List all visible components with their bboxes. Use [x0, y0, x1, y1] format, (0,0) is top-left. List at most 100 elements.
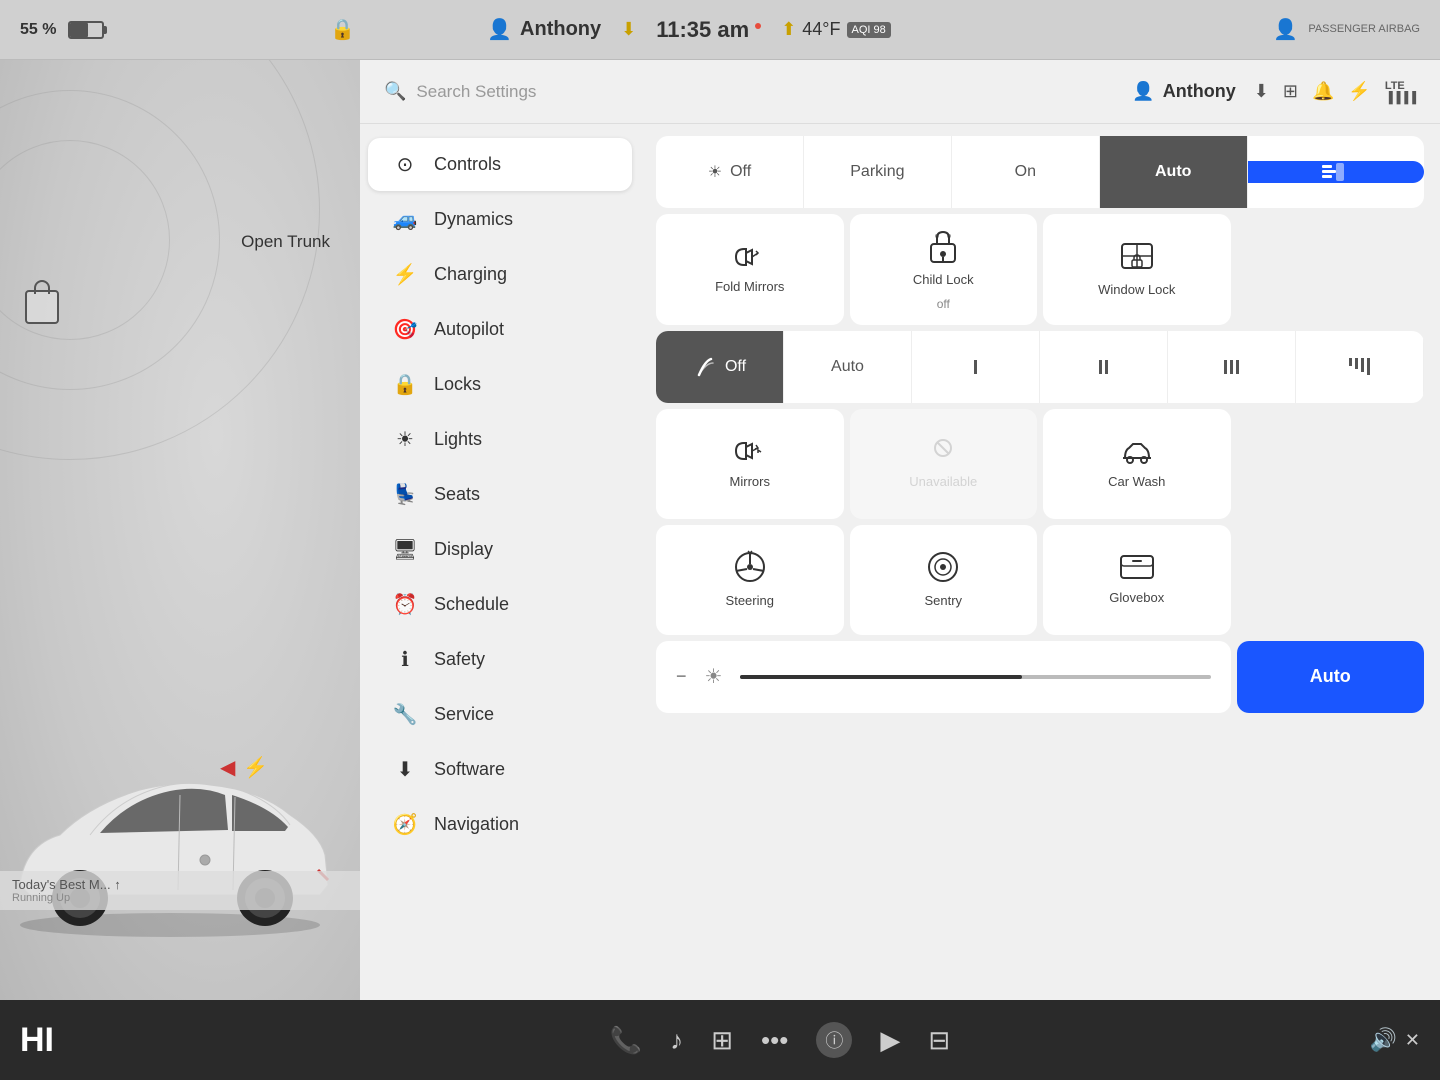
taskbar: HI 📞 ♪ ⊞ ••• ⓘ ▶ ⊟ 🔊 ✕ [0, 1000, 1440, 1080]
wiper-auto-label: Auto [831, 358, 864, 376]
lock-icon: 🔒 [330, 17, 355, 42]
beam-icon [1322, 161, 1350, 183]
brightness-slider[interactable] [740, 675, 1210, 679]
nav-item-charging[interactable]: ⚡ Charging [368, 248, 632, 301]
nav-label-service: Service [434, 704, 494, 725]
nav-item-safety[interactable]: ℹ Safety [368, 633, 632, 686]
wiper-2-bars [1099, 360, 1108, 374]
nav-item-dynamics[interactable]: 🚙 Dynamics [368, 193, 632, 246]
bell-icon[interactable]: 🔔 [1312, 81, 1334, 102]
wiper-off-btn[interactable]: Off [656, 331, 784, 403]
radio-sublabel: Running Up [12, 892, 348, 904]
mirrors-btn[interactable]: Mirrors [656, 409, 844, 519]
display-icon: 🖥 [392, 537, 418, 562]
apps-icon[interactable]: ⊞ [711, 1025, 733, 1056]
wiper-1-btn[interactable] [912, 331, 1040, 403]
brightness-row: − ☀ [656, 641, 1231, 713]
nav-item-schedule[interactable]: ⏰ Schedule [368, 578, 632, 631]
sentry-btn[interactable]: Sentry [850, 525, 1038, 635]
wiper-auto-btn[interactable]: Auto [784, 331, 912, 403]
bluetooth-icon[interactable]: ⚡ [1348, 81, 1370, 102]
nav-label-charging: Charging [434, 264, 507, 285]
nav-sidebar: ⊙ Controls 🚙 Dynamics ⚡ Charging 🎯 Autop… [360, 124, 640, 1000]
car-svg [0, 715, 360, 955]
child-lock-btn[interactable]: Child Lock off [850, 214, 1038, 325]
wiper-3-btn[interactable] [1168, 331, 1296, 403]
media-icon[interactable]: ▶ [880, 1025, 900, 1056]
nav-item-autopilot[interactable]: 🎯 Autopilot [368, 303, 632, 356]
mirrors-icon [732, 436, 768, 466]
light-on-btn[interactable]: On [952, 136, 1100, 208]
nav-label-schedule: Schedule [434, 594, 509, 615]
time-dot [755, 23, 761, 29]
steering-btn[interactable]: Steering [656, 525, 844, 635]
fold-mirrors-btn[interactable]: Fold Mirrors [656, 214, 844, 325]
user-name: Anthony [1163, 81, 1236, 102]
download-icon[interactable]: ⬇ [1254, 81, 1269, 102]
placeholder-3 [1237, 525, 1425, 635]
navigation-icon: 🧭 [392, 812, 418, 837]
nav-item-locks[interactable]: 🔒 Locks [368, 358, 632, 411]
child-lock-label: Child Lock [913, 272, 974, 289]
phone-icon[interactable]: 📞 [610, 1025, 642, 1056]
time-text: 11:35 am [656, 17, 749, 43]
taskbar-center: 📞 ♪ ⊞ ••• ⓘ ▶ ⊟ [610, 1022, 950, 1058]
nav-item-display[interactable]: 🖥 Display [368, 523, 632, 576]
nav-item-lights[interactable]: ☀ Lights [368, 413, 632, 466]
wiper-bar-4b [1355, 358, 1358, 369]
schedule-icon: ⏰ [392, 592, 418, 617]
safety-icon: ℹ [392, 647, 418, 672]
settings-body: ⊙ Controls 🚙 Dynamics ⚡ Charging 🎯 Autop… [360, 124, 1440, 1000]
light-off-btn[interactable]: ☀ Off [656, 136, 804, 208]
wiper-4-btn[interactable] [1296, 331, 1424, 403]
airbag-label: PASSENGER AIRBAG [1308, 23, 1420, 36]
info-icon[interactable]: ⓘ [816, 1022, 852, 1058]
radio-label: Today's Best M... [12, 877, 111, 892]
nav-item-seats[interactable]: 💺 Seats [368, 468, 632, 521]
more-icon[interactable]: ••• [761, 1025, 788, 1056]
music-icon[interactable]: ♪ [670, 1025, 683, 1056]
light-parking-btn[interactable]: Parking [804, 136, 952, 208]
lock-area: 🔒 [330, 0, 355, 59]
sentry-icon [925, 549, 961, 585]
wiper-2-btn[interactable] [1040, 331, 1168, 403]
status-left: 55 % [20, 21, 104, 39]
nav-item-service[interactable]: 🔧 Service [368, 688, 632, 741]
brightness-sun-icon: ☀ [705, 664, 723, 689]
time-display: 11:35 am [656, 17, 761, 43]
nav-item-software[interactable]: ⬇ Software [368, 743, 632, 796]
window-lock-icon [1120, 240, 1154, 274]
volume-icon[interactable]: 🔊 [1370, 1027, 1397, 1053]
locks-icon: 🔒 [392, 372, 418, 397]
nav-icon-task[interactable]: ⊟ [928, 1025, 950, 1056]
wiper-off-label: Off [725, 358, 746, 376]
volume-x-icon[interactable]: ✕ [1405, 1030, 1420, 1051]
wiper-bar-2a [1099, 360, 1102, 374]
brightness-minus[interactable]: − [676, 666, 687, 687]
light-off-icon: ☀ [708, 162, 722, 182]
light-off-label: Off [730, 163, 751, 181]
autopilot-icon: 🎯 [392, 317, 418, 342]
brightness-auto-btn[interactable]: Auto [1237, 641, 1425, 713]
nav-item-navigation[interactable]: 🧭 Navigation [368, 798, 632, 851]
car-wash-icon [1119, 436, 1155, 466]
wiper-bar-3b [1230, 360, 1233, 374]
aqi-badge: AQI 98 [847, 22, 891, 38]
nav-item-controls[interactable]: ⊙ Controls [368, 138, 632, 191]
weather-info: ⬆ 44°F AQI 98 [781, 19, 891, 40]
wiper-4-bars [1349, 358, 1370, 375]
profile-icon: 👤 [487, 17, 512, 42]
search-bar[interactable]: 🔍 Search Settings [384, 73, 536, 110]
car-lock-icon [25, 290, 59, 324]
light-beam-btn[interactable] [1248, 161, 1424, 183]
battery-percent: 55 % [20, 21, 56, 39]
grid-icon[interactable]: ⊞ [1283, 81, 1298, 102]
light-auto-btn[interactable]: Auto [1100, 136, 1248, 208]
search-placeholder: Search Settings [416, 82, 536, 102]
lock-shackle [34, 280, 50, 294]
car-wash-btn[interactable]: Car Wash [1043, 409, 1231, 519]
glovebox-btn[interactable]: Glovebox [1043, 525, 1231, 635]
temp-arrow: ⬆ [781, 19, 796, 40]
taskbar-left: HI [20, 1021, 220, 1060]
window-lock-btn[interactable]: Window Lock [1043, 214, 1231, 325]
